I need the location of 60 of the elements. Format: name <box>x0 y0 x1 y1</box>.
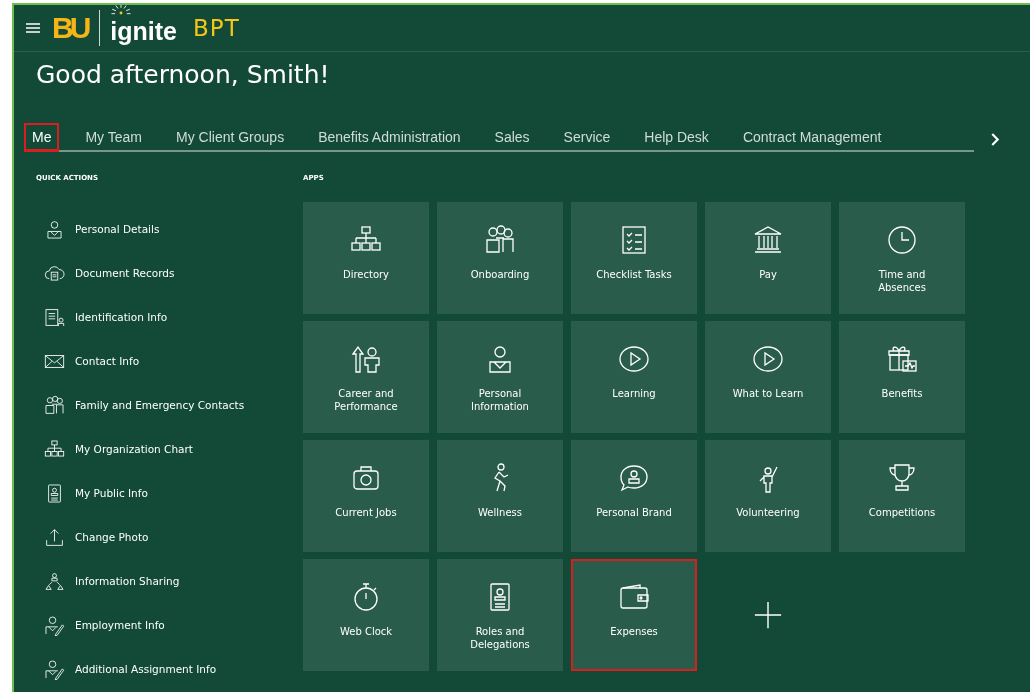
app-tile[interactable]: Checklist Tasks <box>571 202 697 314</box>
trophy-icon <box>886 462 918 494</box>
app-tile[interactable]: Personal Information <box>437 321 563 433</box>
person-pen-icon <box>44 614 65 636</box>
quick-action-link[interactable]: Employment Info <box>36 603 303 647</box>
nav-tab[interactable]: Sales <box>486 123 538 152</box>
quick-action-link[interactable]: Personal Details <box>36 207 303 251</box>
nav-tab[interactable]: My Client Groups <box>168 123 293 152</box>
app-tile[interactable]: Onboarding <box>437 202 563 314</box>
person-pen-icon <box>44 658 65 680</box>
greeting: Good afternoon, Smith! <box>36 60 331 89</box>
quick-action-link[interactable]: My Organization Chart <box>36 427 303 471</box>
menu-icon[interactable] <box>26 23 40 33</box>
sunburst-icon <box>110 5 133 17</box>
quick-action-link[interactable]: Change Photo <box>36 515 303 559</box>
play-icon <box>618 343 650 375</box>
clock-icon <box>886 224 918 256</box>
add-icon[interactable] <box>753 600 783 630</box>
app-tile[interactable]: Competitions <box>839 440 965 552</box>
people-icon <box>44 394 65 416</box>
person-icon <box>44 218 65 240</box>
app-tile[interactable]: What to Learn <box>705 321 831 433</box>
document-person-icon <box>44 306 65 328</box>
app-tile[interactable]: Web Clock <box>303 559 429 671</box>
app-tile[interactable]: Volunteering <box>705 440 831 552</box>
people-icon <box>484 224 516 256</box>
nav-tab[interactable]: Benefits Administration <box>310 123 469 152</box>
app-suffix: BPT <box>193 15 240 41</box>
quick-action-link[interactable]: Family and Emergency Contacts <box>36 383 303 427</box>
app-tile[interactable]: Personal Brand <box>571 440 697 552</box>
app-tile[interactable]: Pay <box>705 202 831 314</box>
app-tile[interactable]: Expenses <box>571 559 697 671</box>
app-tile[interactable]: Current Jobs <box>303 440 429 552</box>
app-tile[interactable]: Career and Performance <box>303 321 429 433</box>
app-tile[interactable]: Learning <box>571 321 697 433</box>
app-tile[interactable]: Benefits <box>839 321 965 433</box>
upload-icon <box>44 526 65 548</box>
nav-tab[interactable]: My Team <box>77 123 150 152</box>
chevron-right-icon[interactable] <box>991 133 1000 146</box>
logo-mark: BU <box>52 13 88 43</box>
quick-action-link[interactable]: My Public Info <box>36 471 303 515</box>
speech-bubble-icon <box>618 462 650 494</box>
app-tile[interactable]: Roles and Delegations <box>437 559 563 671</box>
app-tile[interactable]: Time and Absences <box>839 202 965 314</box>
nav-tab[interactable]: Contract Management <box>734 123 890 152</box>
app-name: ignite <box>110 15 177 44</box>
play-icon <box>752 343 784 375</box>
nav-tab[interactable]: Me <box>24 123 60 152</box>
quick-action-link[interactable]: Document Records <box>36 251 303 295</box>
org-chart-icon <box>44 438 65 460</box>
app-tile[interactable]: Directory <box>303 202 429 314</box>
quick-action-link[interactable]: Additional Assignment Info <box>36 647 303 691</box>
nav-tab[interactable]: Service <box>555 123 619 152</box>
app-tile[interactable]: Wellness <box>437 440 563 552</box>
quick-action-link[interactable]: Contact Info <box>36 339 303 383</box>
nav-tab[interactable]: Help Desk <box>636 123 717 152</box>
people-network-icon <box>44 570 65 592</box>
bank-building-icon <box>752 224 784 256</box>
quick-action-link[interactable]: Information Sharing <box>36 559 303 603</box>
quick-action-link[interactable]: Identification Info <box>36 295 303 339</box>
